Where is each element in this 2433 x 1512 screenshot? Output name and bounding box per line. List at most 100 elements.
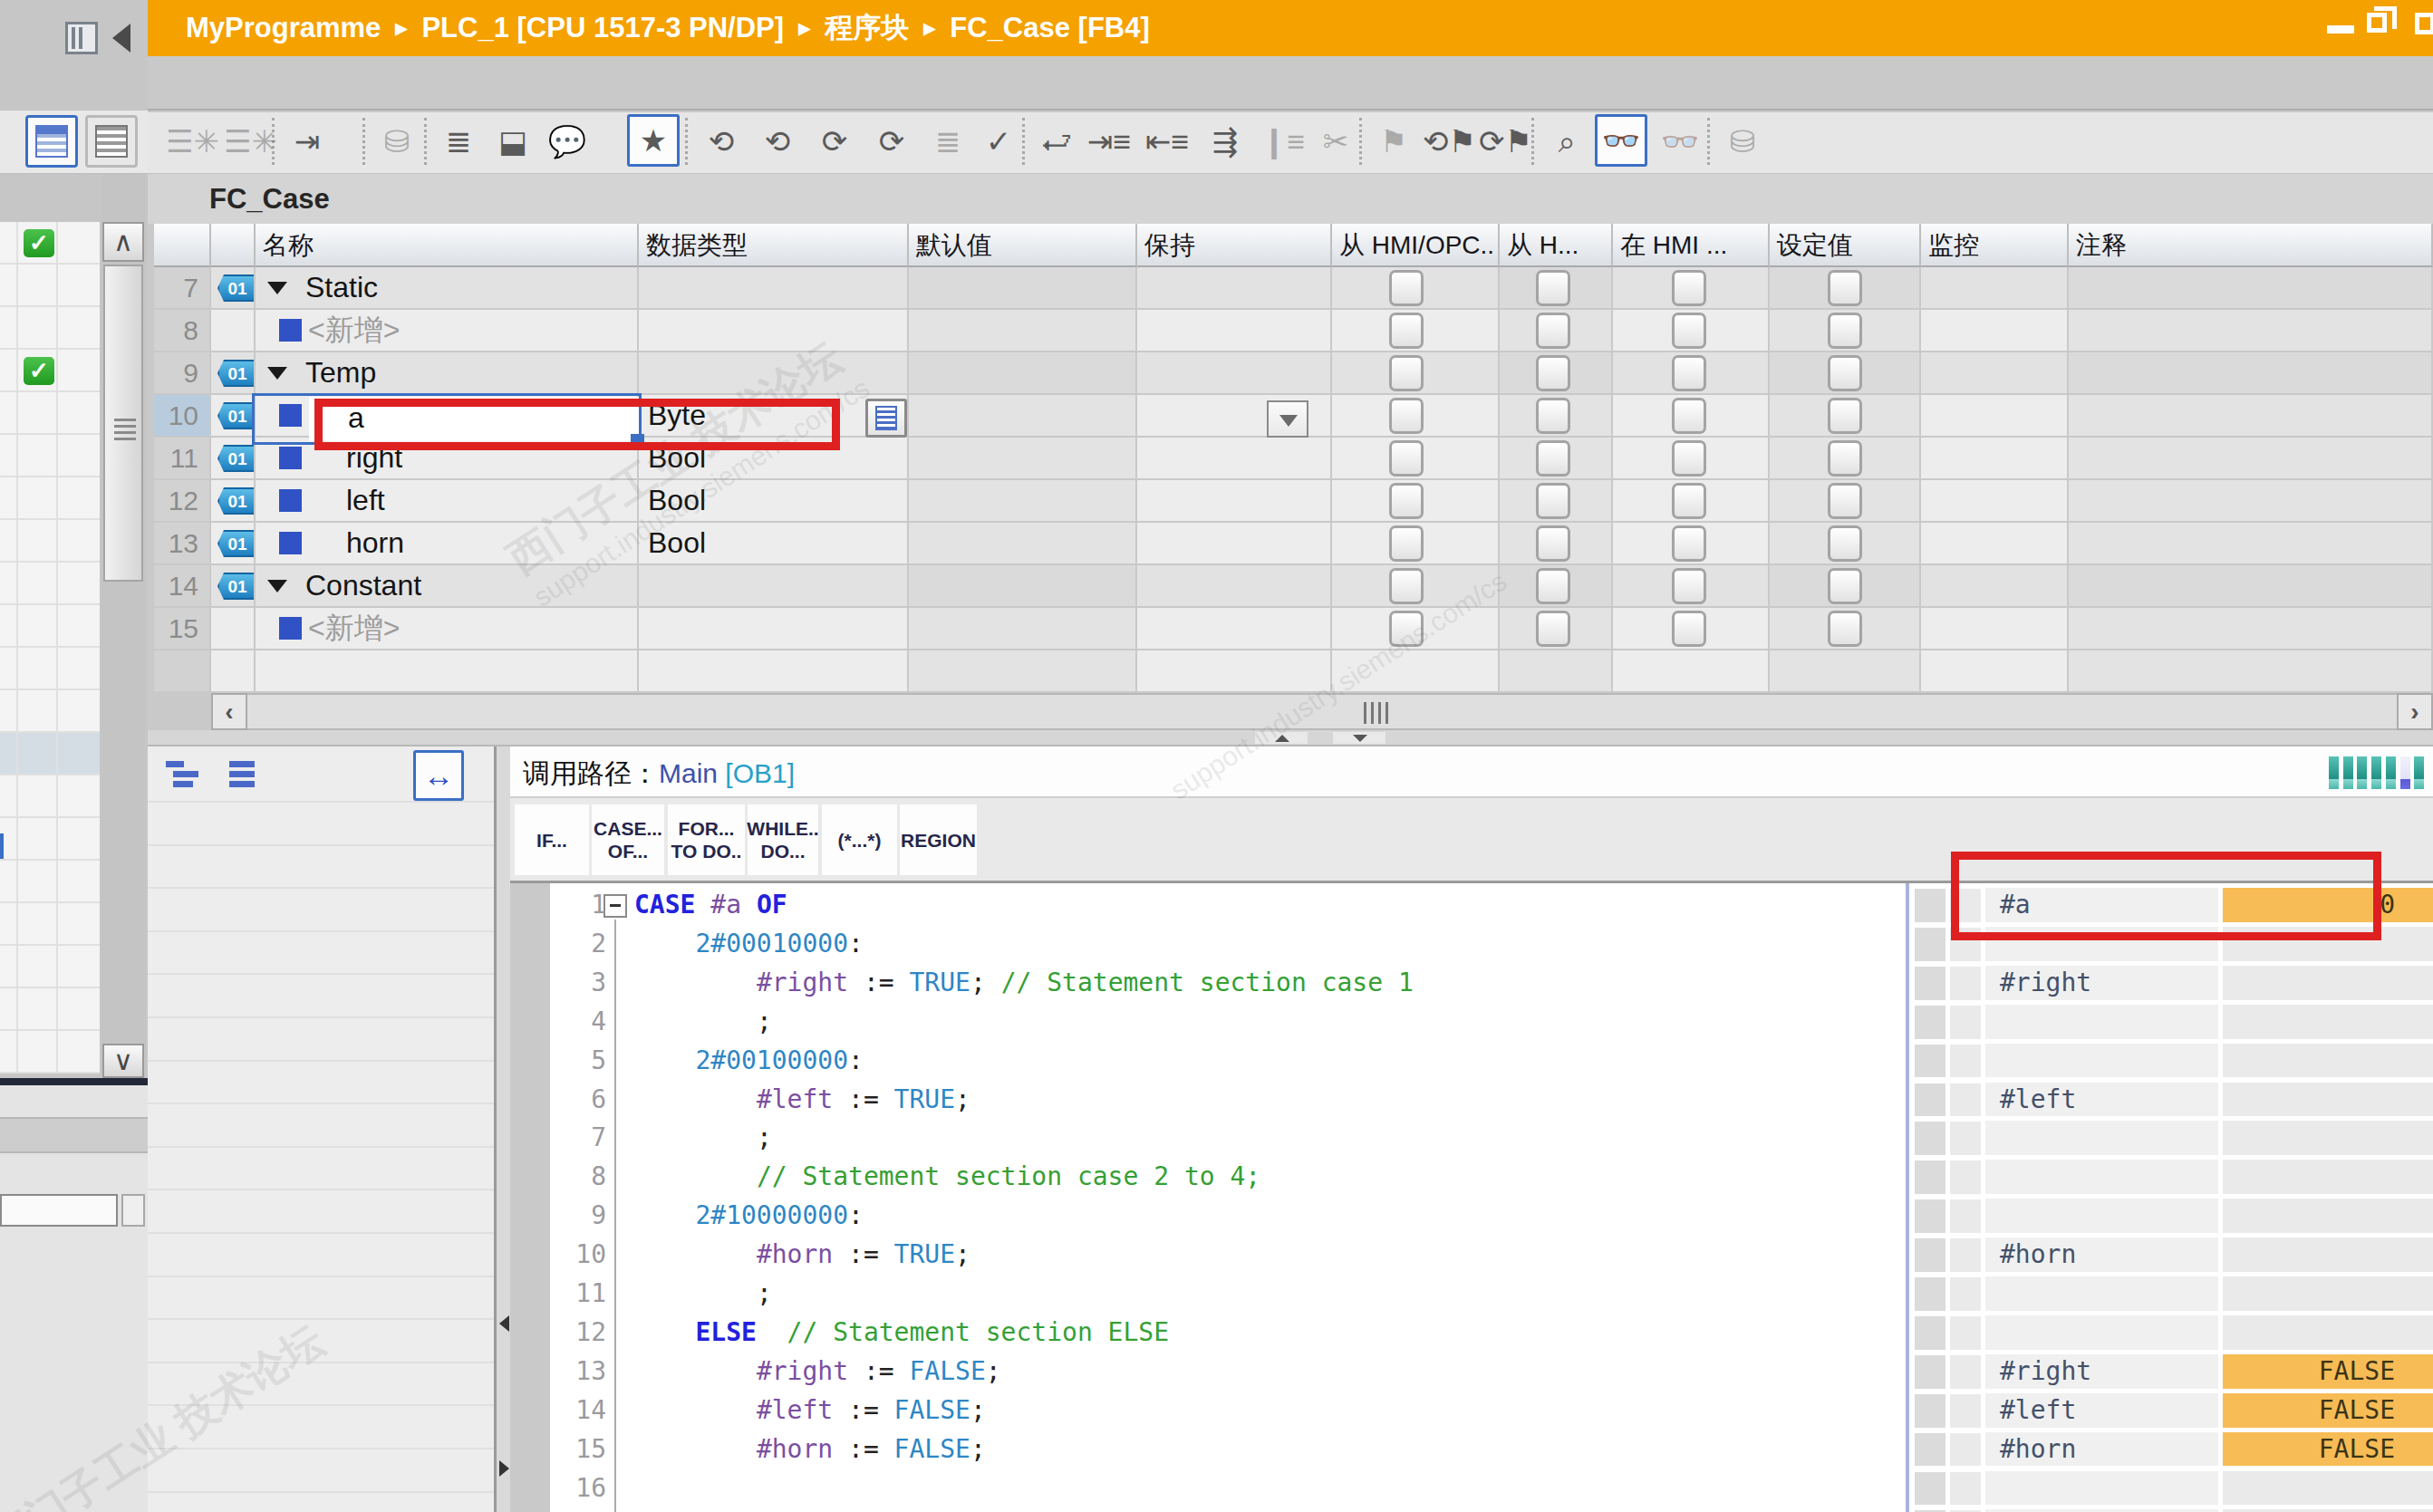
- snippet-button[interactable]: IF...: [515, 804, 589, 875]
- checkbox[interactable]: [1828, 483, 1862, 519]
- compile-check-icon[interactable]: ✓: [975, 118, 1022, 165]
- checkbox[interactable]: [1536, 355, 1570, 391]
- list-icon[interactable]: ≣: [924, 118, 971, 165]
- table-cell[interactable]: [1921, 267, 2067, 308]
- table-view-button[interactable]: [25, 115, 78, 168]
- panel-window-icon[interactable]: [65, 22, 98, 54]
- watch-value[interactable]: [2223, 1121, 2433, 1155]
- watch-name[interactable]: [1985, 1276, 2218, 1311]
- table-export-button[interactable]: [85, 115, 138, 168]
- sort-lines-icon[interactable]: [220, 757, 264, 794]
- insert-line-icon[interactable]: ❙≡: [1260, 118, 1307, 165]
- table-cell[interactable]: [2069, 608, 2431, 649]
- column-header[interactable]: 默认值: [909, 224, 1137, 267]
- delete-line-icon[interactable]: ✂: [1312, 118, 1359, 165]
- left-bottom-button[interactable]: [121, 1194, 145, 1227]
- undo-icon[interactable]: ⟲: [754, 118, 801, 165]
- checkbox[interactable]: [1828, 568, 1862, 604]
- splitter-left-icon[interactable]: [499, 1315, 509, 1332]
- watch-value[interactable]: [2223, 1160, 2433, 1194]
- breakpoint-gutter[interactable]: [510, 883, 550, 1512]
- table-cell[interactable]: [1921, 608, 2067, 649]
- outdent-icon[interactable]: ⇤≡: [1144, 118, 1191, 165]
- add-new-placeholder[interactable]: <新增>: [308, 310, 400, 351]
- expand-rows-icon[interactable]: ≣: [435, 118, 482, 165]
- step-back-icon[interactable]: ⮐: [1033, 118, 1080, 165]
- type-select-icon[interactable]: [865, 399, 907, 438]
- find-icon[interactable]: ⌕: [1543, 118, 1590, 165]
- monitor-off-icon[interactable]: 👓: [1656, 118, 1704, 165]
- watch-name[interactable]: #left: [1985, 1083, 2218, 1117]
- watch-value[interactable]: [2223, 1471, 2433, 1506]
- watch-name[interactable]: [1985, 1471, 2218, 1506]
- table-cell[interactable]: [909, 523, 1135, 563]
- minimize-icon[interactable]: [2327, 25, 2354, 34]
- code-line[interactable]: #right := FALSE;: [634, 1356, 1001, 1386]
- code-line[interactable]: ELSE // Statement section ELSE: [634, 1317, 1169, 1347]
- collapse-arrow-icon[interactable]: [267, 367, 287, 380]
- checkbox[interactable]: [1389, 270, 1424, 306]
- snippet-button[interactable]: FOR... TO DO..: [668, 804, 745, 875]
- table-cell[interactable]: [909, 565, 1135, 606]
- column-header[interactable]: 数据类型: [639, 224, 909, 267]
- checkbox[interactable]: [1672, 525, 1706, 562]
- table-cell[interactable]: [639, 267, 907, 308]
- watch-value[interactable]: [2223, 1238, 2433, 1272]
- watch-value[interactable]: [2223, 1083, 2433, 1117]
- variable-name[interactable]: horn: [346, 523, 404, 563]
- scroll-left-icon[interactable]: ‹: [211, 693, 247, 730]
- code-line[interactable]: 2#10000000:: [634, 1200, 864, 1230]
- vertical-splitter[interactable]: [494, 746, 510, 1512]
- insert-row-icon[interactable]: ☰✳: [166, 118, 213, 165]
- checkbox[interactable]: [1828, 313, 1862, 349]
- rewind-icon[interactable]: ⟲: [698, 118, 745, 165]
- table-cell[interactable]: [2069, 438, 2431, 478]
- breadcrumb-item[interactable]: 程序块: [825, 9, 909, 47]
- checkbox[interactable]: [1389, 568, 1424, 604]
- collapse-left-icon[interactable]: [112, 24, 130, 53]
- snippet-button[interactable]: REGION: [900, 804, 977, 875]
- checkbox[interactable]: [1828, 398, 1862, 434]
- favorites-icon[interactable]: ★: [627, 114, 680, 167]
- column-header[interactable]: 注释: [2069, 224, 2433, 267]
- checkbox[interactable]: [1389, 313, 1424, 349]
- checkbox[interactable]: [1672, 313, 1706, 349]
- watch-value[interactable]: FALSE: [2223, 1393, 2433, 1428]
- checkbox[interactable]: [1828, 355, 1862, 391]
- scroll-right-icon[interactable]: ›: [2397, 693, 2433, 730]
- watch-name[interactable]: #left: [1985, 1393, 2218, 1428]
- sort-structure-icon[interactable]: [166, 757, 209, 794]
- variable-name[interactable]: left: [346, 480, 385, 521]
- checkbox[interactable]: [1389, 355, 1424, 391]
- bookmark-next-icon[interactable]: ⟳⚑: [1479, 118, 1526, 165]
- table-cell[interactable]: [2069, 480, 2431, 521]
- bookmark-new-icon[interactable]: ⚑: [1370, 118, 1417, 165]
- splitter-right-icon[interactable]: [499, 1460, 509, 1477]
- table-cell[interactable]: [639, 310, 907, 351]
- table-cell[interactable]: [2069, 395, 2431, 436]
- table-cell[interactable]: [1921, 310, 2067, 351]
- group-name[interactable]: Constant: [305, 565, 421, 606]
- checkbox[interactable]: [1536, 483, 1570, 519]
- breadcrumb-item[interactable]: MyProgramme: [186, 12, 381, 44]
- table-cell[interactable]: [909, 395, 1135, 436]
- checkbox[interactable]: [1536, 440, 1570, 477]
- retain-dropdown-icon[interactable]: [1267, 400, 1308, 438]
- watch-name[interactable]: [1985, 1315, 2218, 1350]
- table-cell[interactable]: [1921, 352, 2067, 393]
- table-cell[interactable]: [1137, 310, 1330, 351]
- table-cell[interactable]: [1921, 523, 2067, 563]
- scroll-down-icon[interactable]: ∨: [102, 1044, 144, 1078]
- bookmark-previous-icon[interactable]: ⟲⚑: [1423, 118, 1470, 165]
- column-header[interactable]: 从 H...: [1500, 224, 1613, 267]
- column-header[interactable]: 监控: [1921, 224, 2069, 267]
- table-cell[interactable]: [1921, 438, 2067, 478]
- checkbox[interactable]: [1536, 568, 1570, 604]
- watch-value[interactable]: [2223, 966, 2433, 1000]
- table-cell[interactable]: [639, 608, 907, 649]
- table-cell[interactable]: [1921, 565, 2067, 606]
- checkbox[interactable]: [1828, 525, 1862, 562]
- code-editor[interactable]: 1CASE #a OF22#00010000:3#right := TRUE; …: [510, 881, 2433, 1512]
- checkbox[interactable]: [1389, 483, 1424, 519]
- table-cell[interactable]: [1137, 438, 1330, 478]
